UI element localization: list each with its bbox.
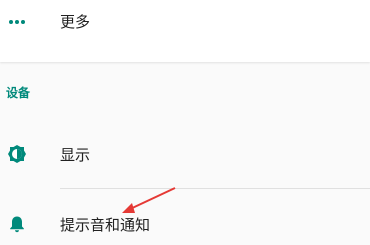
display-label: 显示 bbox=[60, 146, 91, 164]
more-horizontal-icon bbox=[6, 11, 28, 33]
brightness-icon bbox=[6, 143, 28, 165]
settings-screen: 更多 设备 显示 提示音和通知 bbox=[0, 0, 370, 244]
notification-label: 提示音和通知 bbox=[60, 216, 151, 234]
divider bbox=[60, 188, 370, 189]
notification-row[interactable]: 提示音和通知 bbox=[0, 205, 370, 245]
more-row[interactable]: 更多 bbox=[0, 2, 370, 42]
bell-icon bbox=[6, 213, 28, 235]
more-label: 更多 bbox=[60, 13, 91, 31]
more-card: 更多 bbox=[0, 0, 370, 62]
section-header-device: 设备 bbox=[6, 86, 31, 100]
display-row[interactable]: 显示 bbox=[0, 135, 370, 175]
